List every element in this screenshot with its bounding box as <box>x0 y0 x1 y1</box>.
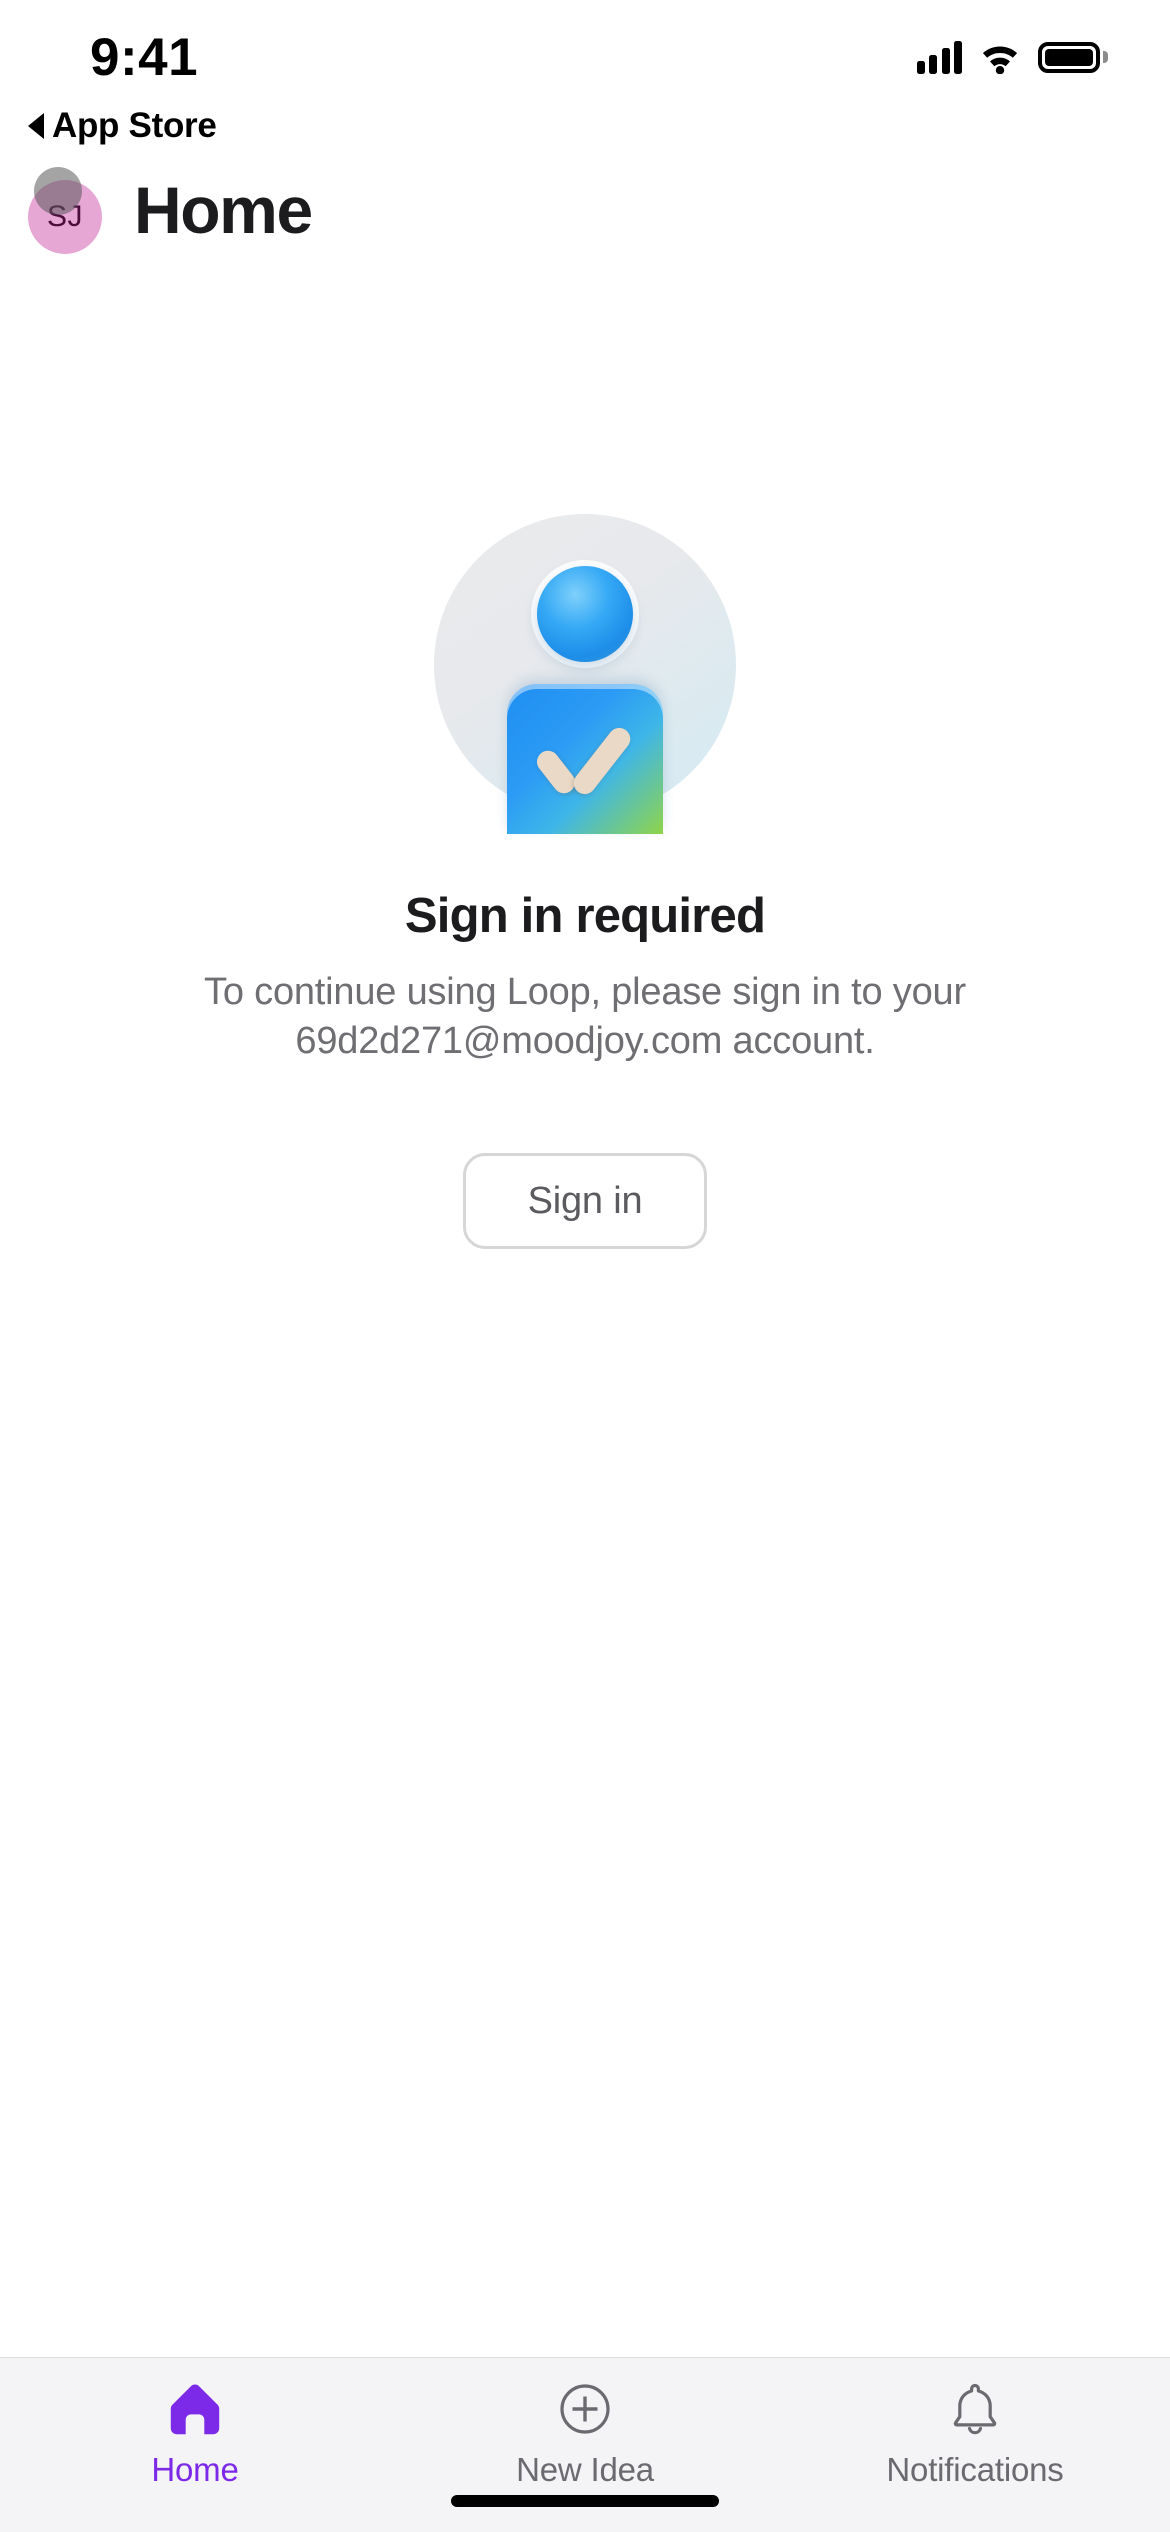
page-headline: Sign in required <box>404 889 766 943</box>
main-content: Sign in required To continue using Loop,… <box>0 260 1170 2357</box>
tab-notifications[interactable]: Notifications <box>780 2380 1170 2489</box>
status-bar-time: 9:41 <box>90 28 199 87</box>
tab-home-label: Home <box>151 2451 239 2488</box>
cellular-signal-icon <box>916 40 962 74</box>
home-icon <box>164 2380 226 2438</box>
back-to-app-store-label: App Store <box>52 106 217 145</box>
tab-notifications-label: Notifications <box>886 2451 1064 2488</box>
tab-new-idea[interactable]: New Idea <box>390 2380 780 2489</box>
signed-out-person-check-illustration <box>434 514 736 834</box>
back-caret-icon <box>28 113 44 139</box>
tab-home[interactable]: Home <box>0 2380 390 2489</box>
avatar[interactable]: SJ <box>28 167 106 254</box>
tab-bar: Home New Idea Notifications <box>0 2357 1170 2532</box>
wifi-icon <box>979 40 1021 75</box>
status-bar: 9:41 <box>0 0 1170 108</box>
tab-new-idea-label: New Idea <box>516 2451 654 2488</box>
page-description: To continue using Loop, please sign in t… <box>204 971 966 1062</box>
app-screen: 9:41 App Store SJ Home Sign in required … <box>0 0 1170 2532</box>
illustration-person-head <box>537 566 633 662</box>
navigation-header: SJ Home <box>0 150 1170 260</box>
illustration-person-body <box>507 684 663 834</box>
bell-icon <box>944 2380 1006 2438</box>
plus-circle-icon <box>554 2380 616 2438</box>
sign-in-button[interactable]: Sign in <box>463 1153 707 1250</box>
status-bar-indicators <box>916 40 1108 75</box>
battery-icon <box>1038 41 1108 73</box>
checkmark-icon <box>532 723 635 799</box>
back-to-app-store-button[interactable]: App Store <box>0 102 1170 150</box>
page-title: Home <box>134 173 313 247</box>
avatar-status-badge-icon <box>34 167 82 215</box>
